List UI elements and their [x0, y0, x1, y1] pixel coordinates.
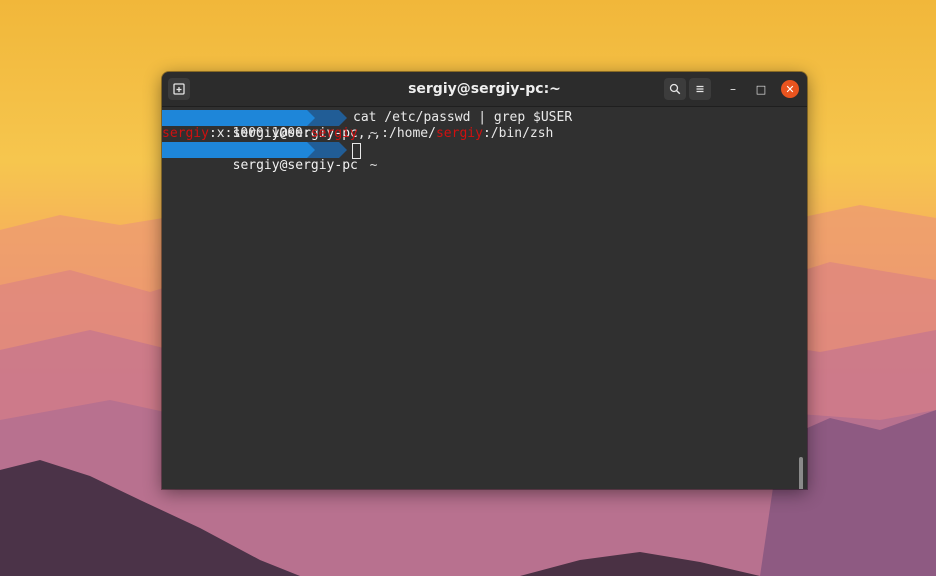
prompt-end-arrow — [339, 110, 347, 126]
prompt-host-segment: sergiy@sergiy-pc — [162, 110, 358, 141]
scrollbar[interactable] — [799, 457, 803, 489]
output-user-highlight: sergiy — [435, 126, 483, 141]
search-button[interactable] — [664, 78, 686, 100]
command-text: cat /etc/passwd | grep $USER — [353, 110, 573, 125]
output-user-highlight: sergiy — [162, 126, 209, 141]
search-icon — [669, 83, 681, 95]
prompt-line: sergiy@sergiy-pc ~ — [162, 142, 807, 173]
command-line: sergiy@sergiy-pc ~ cat /etc/passwd | gre… — [162, 110, 807, 141]
menu-button[interactable] — [689, 78, 711, 100]
output-line: sergiy:x:1000:1000:sergiy,,,:/home/sergi… — [162, 126, 553, 142]
hamburger-menu-icon — [696, 85, 704, 93]
maximize-button[interactable]: □ — [752, 80, 770, 98]
prompt-separator-arrow — [307, 142, 315, 158]
minimize-button[interactable]: – — [724, 80, 742, 98]
title-bar[interactable]: sergiy@sergiy-pc:~ – □ ✕ — [162, 72, 807, 107]
close-icon: ✕ — [785, 82, 795, 96]
output-text: :/bin/zsh — [482, 126, 554, 141]
output-user-highlight: sergiy — [310, 126, 358, 141]
maximize-icon: □ — [755, 82, 767, 96]
output-text: ,,,:/home/ — [357, 126, 436, 141]
terminal-window[interactable]: sergiy@sergiy-pc:~ – □ ✕ sergiy@sergiy-p… — [162, 72, 807, 489]
prompt-end-arrow — [339, 142, 347, 158]
prompt-separator-arrow-overlay — [307, 110, 315, 126]
close-button[interactable]: ✕ — [781, 80, 799, 98]
prompt-dir: ~ — [369, 158, 378, 173]
prompt-host-segment: sergiy@sergiy-pc — [162, 142, 358, 173]
text-cursor — [352, 143, 361, 159]
output-text: :x:1000:1000: — [208, 126, 311, 141]
terminal-output[interactable]: sergiy@sergiy-pc ~ cat /etc/passwd | gre… — [162, 107, 807, 489]
minimize-icon: – — [730, 82, 736, 96]
